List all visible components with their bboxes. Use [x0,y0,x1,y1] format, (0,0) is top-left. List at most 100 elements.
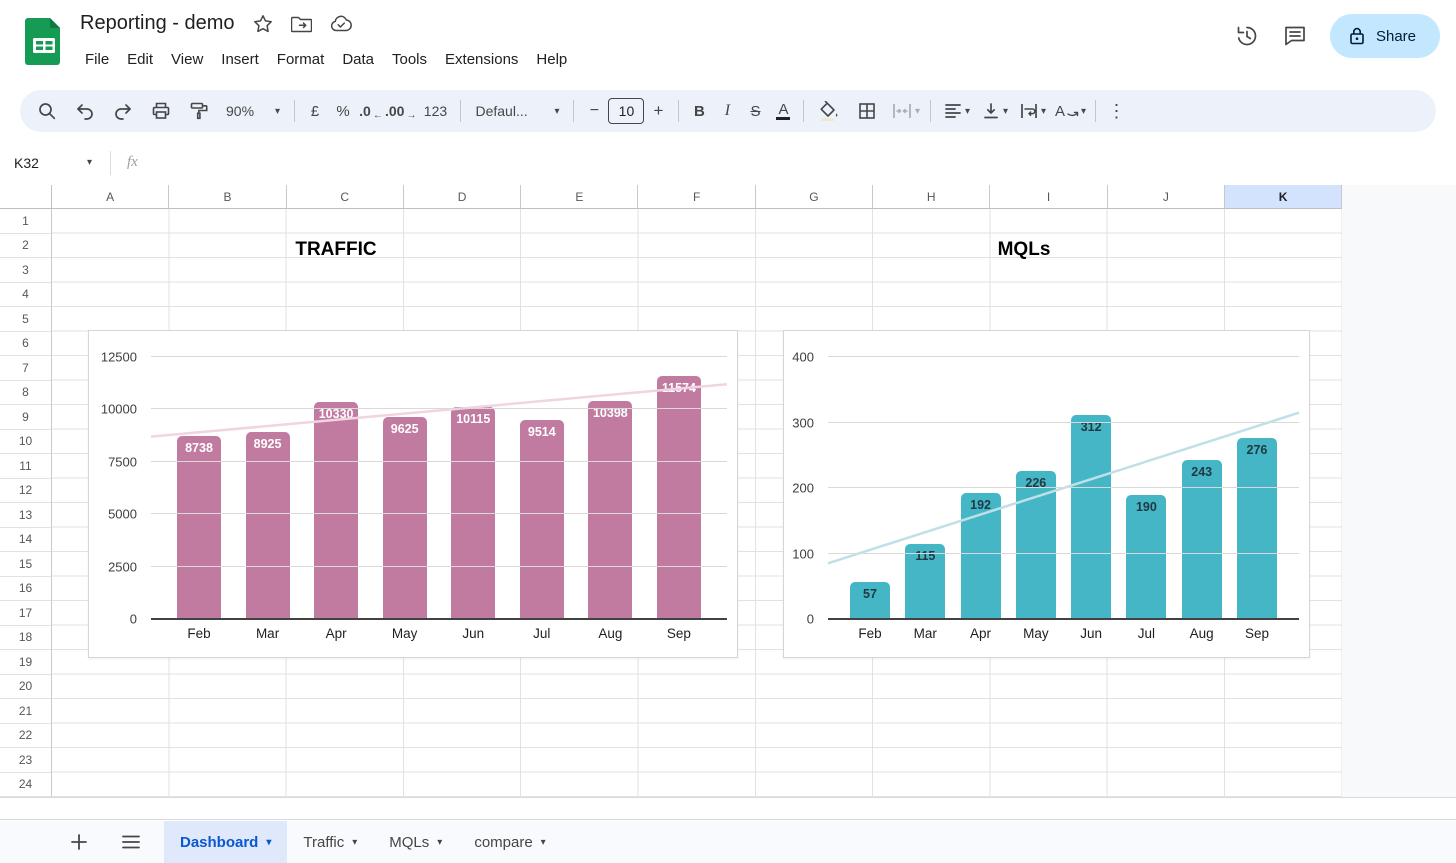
row-header-3[interactable]: 3 [0,258,52,283]
bold-button[interactable]: B [685,94,713,128]
text-wrap-button[interactable]: ▾ [1013,94,1051,128]
chevron-down-icon: ▾ [554,106,559,117]
row-header-7[interactable]: 7 [0,356,52,381]
menu-tools[interactable]: Tools [383,46,436,73]
row-header-12[interactable]: 12 [0,479,52,504]
chevron-down-icon: ▾ [541,837,546,848]
row-header-5[interactable]: 5 [0,307,52,332]
column-header-A[interactable]: A [52,185,169,209]
column-header-J[interactable]: J [1108,185,1225,209]
column-header-E[interactable]: E [521,185,638,209]
strikethrough-button[interactable]: S [741,94,769,128]
row-header-9[interactable]: 9 [0,405,52,430]
decrease-font-size-button[interactable]: − [580,94,608,128]
print-button[interactable] [142,94,180,128]
font-family-control[interactable]: Defaul... ▾ [467,94,567,128]
paint-format-button[interactable] [180,94,218,128]
traffic-cell-title[interactable]: TRAFFIC [236,239,436,261]
text-rotation-button[interactable]: A ▾ [1051,94,1089,128]
increase-decimal-button[interactable]: .00→ [385,94,416,128]
zoom-control[interactable]: 90% ▾ [218,94,288,128]
mqls-chart[interactable]: 0100200300400 57115192226312190243276 Fe… [783,330,1310,658]
row-header-22[interactable]: 22 [0,724,52,749]
row-header-6[interactable]: 6 [0,332,52,357]
row-header-2[interactable]: 2 [0,234,52,259]
row-header-13[interactable]: 13 [0,503,52,528]
move-to-folder-button[interactable] [291,15,312,33]
version-history-button[interactable] [1234,23,1260,49]
gridline [828,553,1299,554]
all-sheets-button[interactable] [112,823,150,861]
row-header-20[interactable]: 20 [0,675,52,700]
merge-cells-button[interactable]: ▾ [886,94,924,128]
redo-button[interactable] [104,94,142,128]
undo-button[interactable] [66,94,104,128]
column-header-F[interactable]: F [638,185,755,209]
decrease-decimal-button[interactable]: .0← [357,94,385,128]
document-title[interactable]: Reporting - demo [80,12,235,35]
star-button[interactable] [253,14,273,34]
y-tick-label: 0 [807,612,814,627]
horizontal-scrollbar[interactable] [0,797,1456,820]
row-header-23[interactable]: 23 [0,748,52,773]
row-header-16[interactable]: 16 [0,577,52,602]
x-axis-label: Mar [905,626,945,641]
select-all-corner[interactable] [0,185,52,209]
row-header-1[interactable]: 1 [0,209,52,234]
tab-mqls[interactable]: MQLs▾ [373,821,458,863]
name-box[interactable]: K32 ▾ [0,155,100,171]
column-header-I[interactable]: I [990,185,1107,209]
row-header-24[interactable]: 24 [0,773,52,798]
horizontal-align-button[interactable]: ▾ [937,94,975,128]
row-header-15[interactable]: 15 [0,552,52,577]
search-button[interactable] [28,94,66,128]
sheets-logo[interactable] [24,16,64,66]
column-header-G[interactable]: G [756,185,873,209]
tab-compare[interactable]: compare▾ [458,821,561,863]
tab-traffic[interactable]: Traffic▾ [287,821,373,863]
row-header-17[interactable]: 17 [0,601,52,626]
menu-format[interactable]: Format [268,46,334,73]
column-header-B[interactable]: B [169,185,286,209]
menu-data[interactable]: Data [333,46,383,73]
italic-button[interactable]: I [713,94,741,128]
column-header-H[interactable]: H [873,185,990,209]
row-header-19[interactable]: 19 [0,650,52,675]
text-color-button[interactable]: A [769,94,797,128]
column-header-C[interactable]: C [287,185,404,209]
row-header-18[interactable]: 18 [0,626,52,651]
menu-help[interactable]: Help [527,46,576,73]
number-format-button[interactable]: 123 [416,94,454,128]
add-sheet-button[interactable] [60,823,98,861]
menu-edit[interactable]: Edit [118,46,162,73]
row-header-10[interactable]: 10 [0,430,52,455]
menu-view[interactable]: View [162,46,212,73]
mqls-cell-title[interactable]: MQLs [924,239,1124,261]
y-tick-label: 400 [792,350,814,365]
column-header-D[interactable]: D [404,185,521,209]
saved-status-button[interactable] [330,15,352,32]
percent-format-button[interactable]: % [329,94,357,128]
gridline [151,513,727,514]
column-header-K[interactable]: K [1225,185,1342,209]
fill-color-button[interactable] [810,94,848,128]
increase-font-size-button[interactable]: + [644,94,672,128]
menu-file[interactable]: File [76,46,118,73]
share-button[interactable]: Share [1330,14,1440,58]
more-toolbar-button[interactable]: ⋮ [1102,94,1130,128]
row-header-21[interactable]: 21 [0,699,52,724]
row-header-8[interactable]: 8 [0,381,52,406]
menu-extensions[interactable]: Extensions [436,46,527,73]
row-header-14[interactable]: 14 [0,528,52,553]
vertical-align-button[interactable]: ▾ [975,94,1013,128]
tab-dashboard[interactable]: Dashboard▾ [164,821,287,863]
row-header-4[interactable]: 4 [0,283,52,308]
comments-button[interactable] [1282,23,1308,49]
traffic-y-axis: 02500500075001000012500 [89,357,145,619]
font-size-input[interactable]: 10 [608,98,644,124]
traffic-chart[interactable]: 02500500075001000012500 8738892510330962… [88,330,738,658]
row-header-11[interactable]: 11 [0,454,52,479]
borders-button[interactable] [848,94,886,128]
menu-insert[interactable]: Insert [212,46,268,73]
currency-format-button[interactable]: £ [301,94,329,128]
